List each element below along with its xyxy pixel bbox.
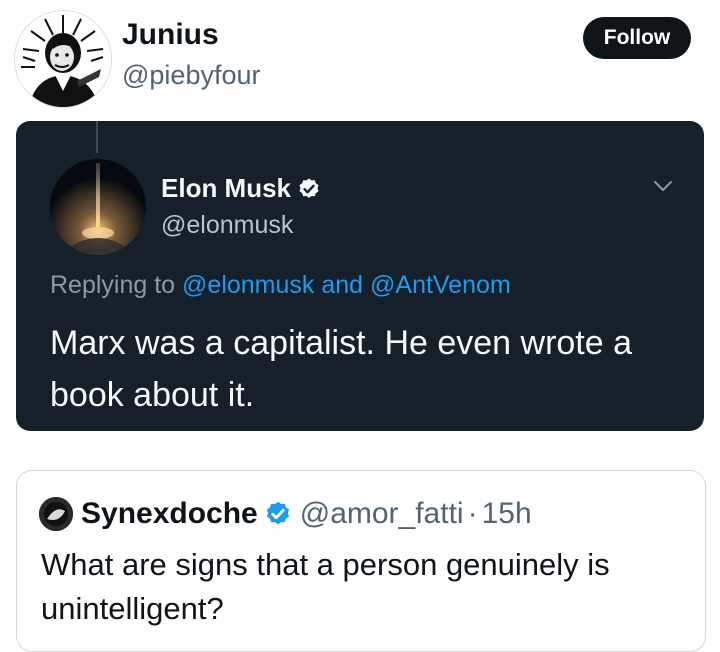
embedded-author-avatar[interactable] <box>50 159 146 255</box>
quoted-tweet-text: What are signs that a person genuinely i… <box>41 547 610 626</box>
quoted-author-name[interactable]: Synexdoche <box>81 497 258 531</box>
thread-line <box>96 121 98 153</box>
embedded-tweet-text: Marx was a capitalist. He even wrote a b… <box>50 324 633 414</box>
rocket-launch-icon <box>50 159 146 255</box>
reply-prefix: Replying to <box>50 271 176 299</box>
quoted-timestamp[interactable]: 15h <box>482 497 532 531</box>
sketch-portrait-icon <box>15 11 111 107</box>
quoted-tweet-card[interactable]: Synexdoche @amor_fatti · 15h What are si… <box>16 470 706 652</box>
quoted-author-avatar[interactable] <box>39 497 73 531</box>
follow-button[interactable]: Follow <box>583 17 691 59</box>
embedded-author-name: Elon Musk <box>161 173 292 203</box>
author-handle[interactable]: @piebyfour <box>122 60 260 91</box>
mention-antvenom[interactable]: @AntVenom <box>370 271 511 299</box>
replying-to-line: Replying to @elonmusk and @AntVenom <box>50 271 511 300</box>
mention-elonmusk[interactable]: @elonmusk <box>182 271 314 299</box>
embedded-author-handle[interactable]: @elonmusk <box>161 211 293 240</box>
author-name[interactable]: Junius <box>122 18 219 52</box>
quoted-author-handle[interactable]: @amor_fatti <box>300 497 464 531</box>
quoted-tweet-header: Synexdoche @amor_fatti · 15h <box>39 497 532 531</box>
embedded-author-name-row[interactable]: Elon Musk <box>161 173 321 204</box>
separator-dot: · <box>467 497 478 530</box>
embedded-tweet-screenshot: Elon Musk @elonmusk Replying to @elonmus… <box>16 121 704 431</box>
tweet-header: Junius @piebyfour Follow <box>0 0 720 110</box>
quoted-avatar-icon <box>39 497 73 531</box>
chevron-down-icon[interactable] <box>652 178 674 194</box>
verified-icon <box>299 178 319 198</box>
verified-icon <box>266 501 289 525</box>
reply-conjunction: and <box>321 271 364 299</box>
author-avatar[interactable] <box>14 10 112 108</box>
